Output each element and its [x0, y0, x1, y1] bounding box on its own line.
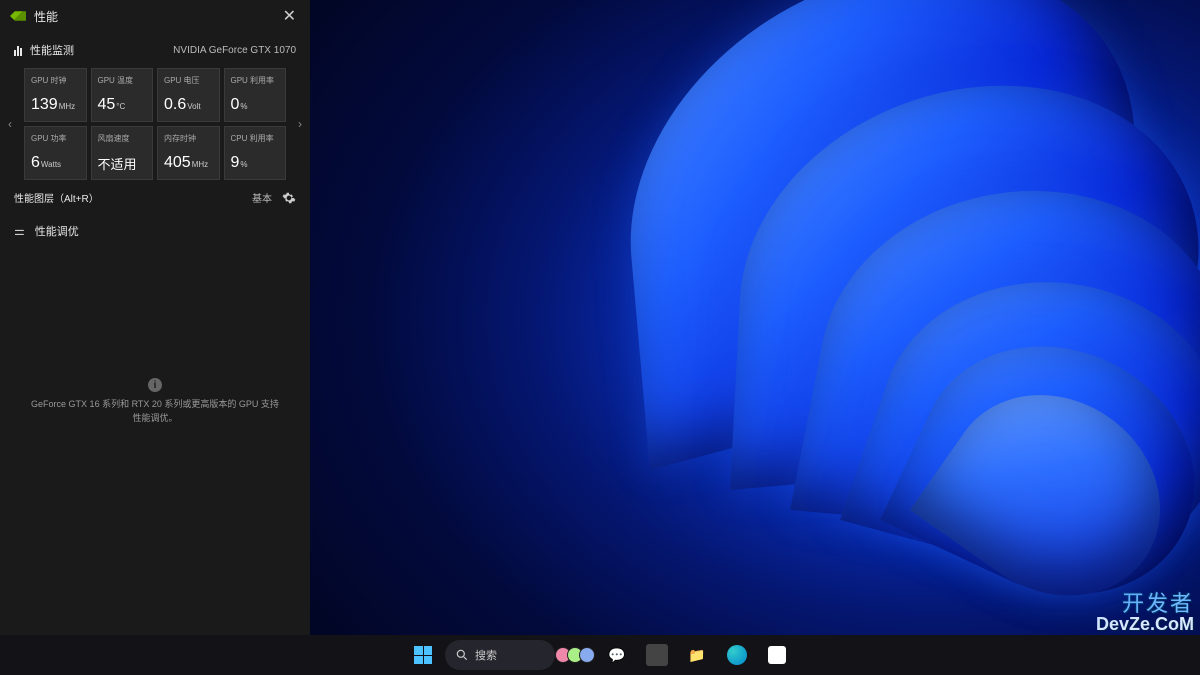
metric-tile[interactable]: 内存时钟 405MHz [157, 126, 220, 180]
metric-label: GPU 时钟 [31, 75, 80, 86]
chat-button[interactable]: 💬 [599, 637, 635, 673]
metrics-prev-button[interactable]: ‹ [4, 107, 16, 141]
metric-tile[interactable]: 风扇速度不适用 [91, 126, 154, 180]
widgets-icon [646, 644, 668, 666]
watermark-cn: 开发者 [1096, 593, 1194, 615]
wallpaper-bloom [450, 0, 1200, 635]
gpu-name: NVIDIA GeForce GTX 1070 [173, 45, 296, 56]
metric-tile[interactable]: GPU 利用率 0% [224, 68, 287, 122]
metrics-next-button[interactable]: › [294, 107, 306, 141]
avatars-icon [559, 647, 595, 663]
metric-tile[interactable]: GPU 温度 45°C [91, 68, 154, 122]
chat-icon: 💬 [606, 644, 628, 666]
panel-header: 性能 ✕ [0, 0, 310, 32]
overlay-row: 性能图层（Alt+R） 基本 [0, 180, 310, 215]
gear-icon[interactable] [282, 191, 296, 205]
sliders-icon: ⚌ [14, 224, 25, 238]
desktop-wallpaper[interactable] [310, 0, 1200, 635]
task-view-button[interactable] [559, 637, 595, 673]
tuning-label: 性能调优 [35, 223, 79, 239]
metric-label: GPU 利用率 [231, 75, 280, 86]
taskbar-search[interactable]: 搜索 [445, 640, 555, 670]
taskbar: 搜索 💬 📁 [0, 635, 1200, 675]
nvidia-logo-icon [10, 8, 26, 24]
folder-icon: 📁 [686, 644, 708, 666]
metric-tile[interactable]: GPU 时钟 139MHz [24, 68, 87, 122]
metric-label: GPU 电压 [164, 75, 213, 86]
metric-value: 0.6Volt [164, 97, 213, 113]
metric-value: 9% [231, 155, 280, 171]
overlay-mode[interactable]: 基本 [252, 190, 272, 205]
metric-tile[interactable]: GPU 功率 6Watts [24, 126, 87, 180]
metric-label: CPU 利用率 [231, 133, 280, 144]
metric-label: GPU 功率 [31, 133, 80, 144]
performance-tuning-row[interactable]: ⚌ 性能调优 [0, 215, 310, 247]
watermark-en: DevZe.CoM [1096, 615, 1194, 633]
info-text: GeForce GTX 16 系列和 RTX 20 系列或更高版本的 GPU 支… [30, 398, 280, 425]
edge-icon [727, 645, 747, 665]
metric-label: GPU 温度 [98, 75, 147, 86]
metric-value: 0% [231, 97, 280, 113]
metric-label: 风扇速度 [98, 133, 147, 144]
close-button[interactable]: ✕ [279, 6, 300, 26]
metric-value: 405MHz [164, 155, 213, 171]
metric-tile[interactable]: CPU 利用率 9% [224, 126, 287, 180]
store-button[interactable] [759, 637, 795, 673]
metric-value: 6Watts [31, 155, 80, 171]
info-icon: i [148, 378, 162, 392]
edge-button[interactable] [719, 637, 755, 673]
windows-logo-icon [414, 646, 432, 664]
search-icon [455, 648, 469, 662]
watermark: 开发者 DevZe.CoM [1096, 593, 1194, 633]
widgets-button[interactable] [639, 637, 675, 673]
metric-value: 不适用 [98, 158, 147, 171]
panel-title: 性能 [34, 8, 279, 25]
search-placeholder: 搜索 [475, 647, 497, 663]
monitoring-label: 性能监测 [30, 42, 74, 58]
store-icon [768, 646, 786, 664]
monitoring-header: 性能监测 NVIDIA GeForce GTX 1070 [0, 32, 310, 68]
nvidia-performance-panel: 性能 ✕ 性能监测 NVIDIA GeForce GTX 1070 ‹ GPU … [0, 0, 310, 635]
metric-tile[interactable]: GPU 电压 0.6Volt [157, 68, 220, 122]
overlay-label: 性能图层（Alt+R） [14, 190, 99, 205]
metric-value: 139MHz [31, 97, 80, 113]
info-block: i GeForce GTX 16 系列和 RTX 20 系列或更高版本的 GPU… [0, 364, 310, 635]
start-button[interactable] [405, 637, 441, 673]
bars-icon [14, 44, 22, 56]
metric-value: 45°C [98, 97, 147, 113]
explorer-button[interactable]: 📁 [679, 637, 715, 673]
metric-label: 内存时钟 [164, 133, 213, 144]
metrics-container: ‹ GPU 时钟139MHzGPU 温度45°CGPU 电压0.6VoltGPU… [0, 68, 310, 180]
